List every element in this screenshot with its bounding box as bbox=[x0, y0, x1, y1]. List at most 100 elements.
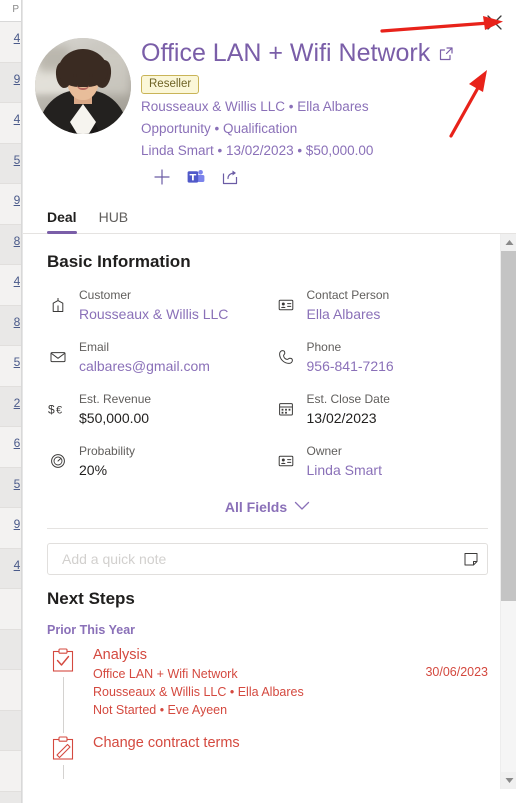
share-icon[interactable] bbox=[221, 168, 239, 186]
svg-text:€: € bbox=[56, 404, 62, 416]
task-status: Not Started • Eve Ayeen bbox=[93, 702, 228, 717]
header-text-block: Office LAN + Wifi Network Reseller Rouss… bbox=[141, 22, 500, 186]
background-grid-cell: 6 bbox=[13, 436, 21, 450]
task-item[interactable]: Analysis Office LAN + Wifi Network 30/06… bbox=[47, 644, 488, 733]
background-grid-row bbox=[0, 670, 21, 711]
field-customer: Customer Rousseaux & Willis LLC bbox=[47, 286, 261, 324]
status-badge: Reseller bbox=[141, 74, 200, 94]
background-grid-row: 5 bbox=[0, 143, 21, 184]
background-grid-column-header: P bbox=[12, 4, 19, 15]
basic-information-fields: Customer Rousseaux & Willis LLC Contact … bbox=[47, 286, 488, 480]
field-label: Probability bbox=[79, 443, 136, 458]
background-grid-cell: 4 bbox=[13, 112, 21, 126]
background-grid-cell: 4 bbox=[13, 31, 21, 45]
background-grid-cell: 2 bbox=[13, 395, 21, 410]
background-grid-cell: 9 bbox=[13, 71, 21, 86]
field-contact-person: Contact Person Ella Albares bbox=[275, 286, 489, 324]
background-grid-row: 6 bbox=[0, 427, 21, 468]
background-grid-cell: 5 bbox=[13, 355, 21, 369]
chevron-down-icon bbox=[294, 498, 310, 516]
add-icon[interactable] bbox=[153, 168, 171, 186]
background-grid-row: 4 bbox=[0, 22, 21, 63]
field-value[interactable]: Ella Albares bbox=[307, 304, 390, 324]
scrollbar[interactable] bbox=[500, 233, 516, 789]
task-title[interactable]: Analysis bbox=[93, 645, 147, 665]
field-label: Est. Revenue bbox=[79, 391, 152, 406]
currency-icon: $ € bbox=[47, 398, 69, 420]
background-grid-cell: 5 bbox=[13, 152, 21, 167]
calendar-icon bbox=[275, 398, 297, 420]
quick-note-input[interactable] bbox=[60, 549, 463, 568]
background-grid-cell: 9 bbox=[13, 517, 21, 531]
dialog-header: Office LAN + Wifi Network Reseller Rouss… bbox=[23, 0, 516, 186]
background-grid-row: 9 bbox=[0, 184, 21, 225]
background-grid-cell: 4 bbox=[13, 274, 21, 288]
task-edit-icon bbox=[47, 732, 79, 765]
field-label: Email bbox=[79, 339, 110, 354]
task-date: 30/06/2023 bbox=[425, 664, 488, 679]
avatar bbox=[35, 38, 131, 134]
background-grid-header: P bbox=[0, 0, 21, 22]
field-value[interactable]: 956-841-7216 bbox=[307, 356, 394, 376]
background-grid-row: 9 bbox=[0, 508, 21, 549]
task-title[interactable]: Change contract terms bbox=[93, 733, 240, 753]
background-grid-row: 5 bbox=[0, 467, 21, 508]
background-grid-cell: 8 bbox=[13, 233, 21, 248]
next-steps-timeline: Analysis Office LAN + Wifi Network 30/06… bbox=[47, 644, 488, 779]
contact-card-icon bbox=[275, 294, 297, 316]
contact-card-icon bbox=[275, 450, 297, 472]
task-account: Rousseaux & Willis LLC • Ella Albares bbox=[93, 684, 304, 699]
background-grid-row: 4 bbox=[0, 548, 21, 589]
field-value: $50,000.00 bbox=[79, 409, 150, 426]
all-fields-toggle[interactable]: All Fields bbox=[47, 498, 488, 529]
background-grid-row bbox=[0, 589, 21, 630]
background-grid-row: 5 bbox=[0, 346, 21, 387]
field-value[interactable]: calbares@gmail.com bbox=[79, 356, 210, 376]
scrollbar-thumb[interactable] bbox=[501, 250, 516, 601]
gauge-icon bbox=[47, 450, 69, 472]
header-action-row bbox=[141, 168, 500, 186]
field-value[interactable]: Rousseaux & Willis LLC bbox=[79, 304, 228, 324]
open-in-new-window-icon[interactable] bbox=[438, 46, 454, 62]
background-grid-row: 8 bbox=[0, 305, 21, 346]
field-probability: Probability 20% bbox=[47, 442, 261, 480]
quick-note-field[interactable] bbox=[47, 542, 488, 575]
dialog-body: Basic Information Customer Rousseaux & W… bbox=[23, 233, 516, 789]
background-grid-row: 9 bbox=[0, 62, 21, 103]
field-label: Phone bbox=[306, 339, 342, 354]
all-fields-label: All Fields bbox=[224, 498, 288, 515]
microsoft-teams-icon[interactable] bbox=[187, 169, 205, 185]
tab-deal[interactable]: Deal bbox=[47, 209, 77, 234]
field-est-close-date: Est. Close Date 13/02/2023 bbox=[275, 390, 489, 428]
tab-hub[interactable]: HUB bbox=[99, 209, 129, 233]
page-title: Office LAN + Wifi Network bbox=[141, 39, 431, 67]
field-label: Contact Person bbox=[306, 287, 390, 302]
scroll-up-icon[interactable] bbox=[501, 233, 516, 251]
task-item[interactable]: Change contract terms bbox=[47, 732, 488, 779]
background-grid: P 4 9 4 5 9 8 4 8 5 2 6 5 9 4 bbox=[0, 0, 22, 803]
deal-quick-view-dialog: Office LAN + Wifi Network Reseller Rouss… bbox=[22, 0, 516, 803]
basic-information-heading: Basic Information bbox=[47, 251, 191, 271]
scroll-down-icon[interactable] bbox=[501, 771, 516, 789]
background-grid-row: 2 bbox=[0, 386, 21, 427]
field-value: 20% bbox=[79, 461, 108, 478]
svg-text:$: $ bbox=[48, 402, 55, 416]
email-icon bbox=[47, 346, 69, 368]
task-complete-icon bbox=[47, 644, 79, 677]
background-grid-row bbox=[0, 629, 21, 670]
field-label: Owner bbox=[306, 443, 342, 458]
field-email: Email calbares@gmail.com bbox=[47, 338, 261, 376]
background-grid-row bbox=[0, 791, 21, 803]
background-grid-cell: 4 bbox=[13, 557, 21, 572]
background-grid-row bbox=[0, 710, 21, 751]
background-grid-cell: 5 bbox=[13, 476, 21, 491]
company-icon bbox=[47, 294, 69, 316]
background-grid-cell: 9 bbox=[13, 193, 21, 207]
field-value[interactable]: Linda Smart bbox=[307, 460, 382, 480]
meta-owner-date-amount: Linda Smart • 13/02/2023 • $50,000.00 bbox=[141, 142, 374, 158]
background-grid-row: 4 bbox=[0, 265, 21, 306]
note-icon[interactable] bbox=[463, 551, 479, 567]
meta-type-stage: Opportunity • Qualification bbox=[141, 120, 298, 136]
field-phone: Phone 956-841-7216 bbox=[275, 338, 489, 376]
background-grid-row: 4 bbox=[0, 103, 21, 144]
